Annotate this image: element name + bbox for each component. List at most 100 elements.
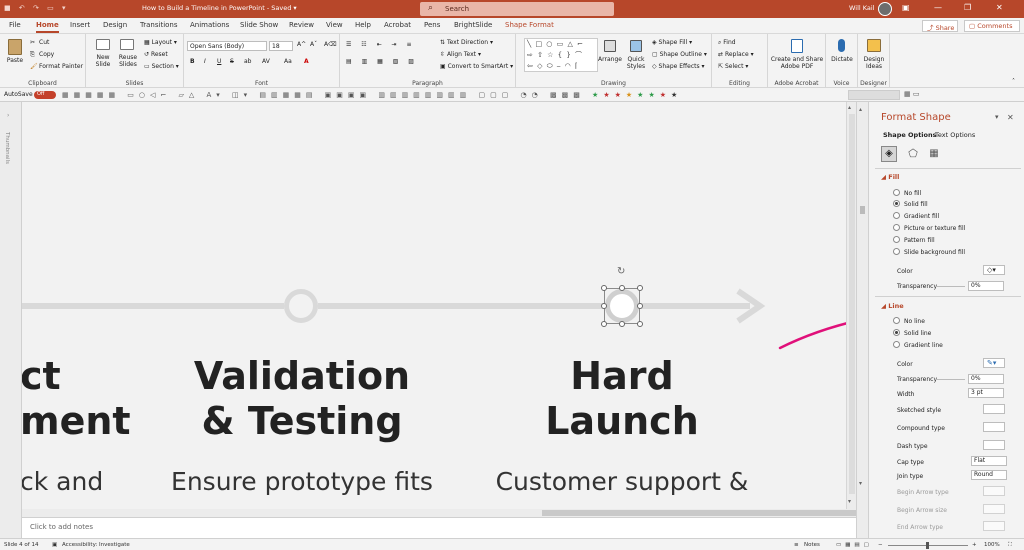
find-button[interactable]: ⌕ Find [718,39,736,47]
tab-transitions[interactable]: Transitions [140,21,178,29]
scroll-down-icon[interactable]: ▾ [848,498,851,505]
scroll-up-icon[interactable]: ▴ [848,104,851,111]
line-transparency-slider[interactable] [935,379,965,380]
fill-color-picker[interactable]: ◇▾ [983,265,1005,275]
toolbar-end-icons[interactable]: ▦ ▭ [904,90,919,98]
share-button[interactable]: ⤴ Share [922,20,958,32]
font-family-select[interactable]: Open Sans (Body) [187,41,267,51]
accessibility-status[interactable]: Accessibility: Investigate [62,542,130,548]
design-ideas-icon[interactable] [867,39,881,52]
smartart-button[interactable]: ▣ Convert to SmartArt ▾ [440,63,513,70]
tab-design[interactable]: Design [103,21,127,29]
width-input[interactable]: 3 pt [968,388,1004,398]
scroll-down-icon[interactable]: ▾ [859,480,862,487]
avatar[interactable] [878,2,892,16]
replace-button[interactable]: ⇄ Replace ▾ [718,51,754,58]
arrange-button[interactable]: Arrange [598,56,622,63]
quick-styles-button[interactable]: Quick Styles [622,56,650,70]
shape-effects-button[interactable]: ◇ Shape Effects ▾ [652,63,705,70]
underline-button[interactable]: U [217,58,221,65]
slide-count[interactable]: Slide 4 of 14 [4,542,38,548]
milestone-heading[interactable]: Validation & Testing [182,354,422,444]
compound-type-dropdown[interactable] [983,422,1005,432]
font-size-select[interactable]: 18 [269,41,293,51]
tab-acrobat[interactable]: Acrobat [384,21,411,29]
radio-pattern-fill[interactable]: Pattern fill [893,236,935,244]
strikethrough-button[interactable]: S [230,58,234,65]
cap-type-select[interactable]: Flat [971,456,1007,466]
layout-button[interactable]: ▦ Layout ▾ [144,39,177,46]
resize-handle[interactable] [637,285,643,291]
resize-handle[interactable] [601,285,607,291]
microphone-icon[interactable] [838,39,845,52]
reset-button[interactable]: ↺ Reset [144,51,168,58]
search-box[interactable]: ⌕ Search [420,2,614,16]
undo-icon[interactable]: ↶ [19,4,28,12]
resize-handle[interactable] [601,303,607,309]
tab-shape-options[interactable]: Shape Options [883,131,937,139]
pane-options-icon[interactable]: ▾ [995,113,999,121]
spellcheck-icon[interactable]: ▣ [52,542,57,548]
bullets-icon[interactable]: ☰ ☷ ⇤ ⇥ ≡ [346,41,415,48]
italic-button[interactable]: I [204,58,206,65]
sketched-style-dropdown[interactable] [983,404,1005,414]
tab-home[interactable]: Home [36,21,59,33]
radio-solid-fill[interactable]: Solid fill [893,200,928,208]
bold-button[interactable]: B [190,58,195,65]
zoom-level[interactable]: 100% [984,542,1000,548]
toolbar-icons[interactable]: ▦▦▦▦▦ ▭○◁⌐ ▱△ A▾ ◫▾ ▤▥▦▦▤ ▣▣▣▣ ▥▥▥▥▥▥▥▥ … [62,91,842,100]
line-transparency-input[interactable]: 0% [968,374,1004,384]
shrink-font-icon[interactable]: Aˇ [310,41,317,48]
format-painter-button[interactable]: Format Painter [39,63,83,70]
radio-gradient-line[interactable]: Gradient line [893,341,943,349]
tab-shape-format[interactable]: Shape Format [505,21,554,29]
shadow-button[interactable]: ab [244,58,252,65]
char-spacing-button[interactable]: AV [262,58,270,65]
fill-line-icon[interactable]: ◈ [881,146,897,162]
milestone-circle[interactable] [284,289,318,323]
scroll-up-icon[interactable]: ▴ [859,106,862,113]
paste-button[interactable]: Paste [4,57,26,64]
dash-type-dropdown[interactable] [983,440,1005,450]
cut-button[interactable]: Cut [39,39,49,46]
line-color-picker[interactable]: ✎▾ [983,358,1005,368]
join-type-select[interactable]: Round [971,470,1007,480]
tab-insert[interactable]: Insert [70,21,90,29]
zoom-slider-thumb[interactable] [926,542,929,549]
radio-no-fill[interactable]: No fill [893,189,921,197]
grow-font-icon[interactable]: A^ [297,41,306,48]
minimize-icon[interactable]: — [934,3,942,12]
resize-handle[interactable] [619,321,625,327]
select-button[interactable]: ⇱ Select ▾ [718,63,748,70]
tab-view[interactable]: View [326,21,343,29]
thumbnail-pane[interactable]: › Thumbnails [0,102,22,538]
close-icon[interactable]: ✕ [996,3,1003,12]
fit-slide-icon[interactable]: ⛶ [1008,542,1012,549]
close-pane-icon[interactable]: ✕ [1007,113,1014,122]
toolbar-field[interactable] [848,90,900,100]
collapse-ribbon-icon[interactable]: ˄ [1012,78,1015,85]
quick-styles-icon[interactable] [630,40,642,52]
zoom-in-icon[interactable]: + [972,542,977,548]
create-pdf-button[interactable]: Create and Share Adobe PDF [770,56,824,70]
reuse-slides-button[interactable]: Reuse Slides [114,54,142,68]
notes-icon[interactable]: ≡ [794,542,799,548]
design-ideas-button[interactable]: Design Ideas [859,56,889,70]
align-text-button[interactable]: ⇳ Align Text ▾ [440,51,481,58]
resize-handle[interactable] [619,285,625,291]
size-properties-icon[interactable]: ▦ [926,146,942,162]
scroll-thumb[interactable] [542,510,872,516]
autosave-toggle[interactable]: Off [34,91,56,99]
milestone-heading[interactable]: ct ment [22,354,131,444]
radio-solid-line[interactable]: Solid line [893,329,931,337]
rotate-handle-icon[interactable]: ↻ [617,266,625,277]
save-icon[interactable]: ■ [4,4,14,12]
notes-pane[interactable]: Click to add notes [22,517,856,538]
radio-picture-fill[interactable]: Picture or texture fill [893,224,965,232]
zoom-out-icon[interactable]: − [878,542,883,548]
user-name[interactable]: Will Kail [849,4,875,12]
fill-section-header[interactable]: ◢ Fill [881,173,899,181]
shapes-gallery[interactable]: ╲ □ ○ ▭ △ ⌐ ⇨ ⇧ ☆ { } ⌒ ⇦ ◇ ⬭ ⎯ ◠ ⌈ [524,38,598,72]
comments-button[interactable]: ▢ Comments [964,20,1020,32]
resize-handle[interactable] [637,321,643,327]
